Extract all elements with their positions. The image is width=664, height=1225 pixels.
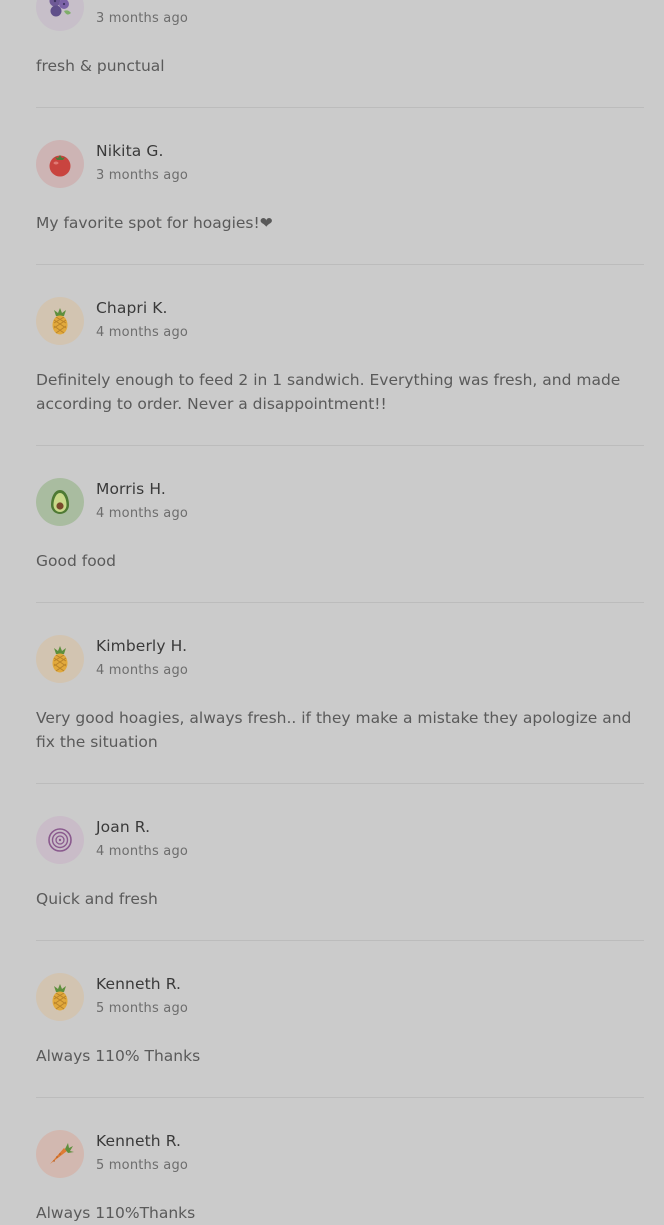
review-timestamp: 4 months ago	[96, 844, 189, 859]
avatar	[36, 973, 84, 1021]
review-text: Quick and fresh	[36, 890, 158, 908]
avatar	[36, 816, 84, 864]
divider	[36, 264, 644, 265]
reviewer-name: Kenneth R.	[96, 975, 182, 993]
divider	[36, 783, 644, 784]
review-text: Always 110% Thanks	[36, 1047, 201, 1065]
review-timestamp: 4 months ago	[96, 506, 189, 521]
review-text: Very good hoagies, always fresh.. if the…	[36, 709, 632, 751]
divider	[36, 1097, 644, 1098]
review-text: Good food	[36, 552, 117, 570]
divider	[36, 107, 644, 108]
avatar	[36, 140, 84, 188]
reviewer-name: Chapri K.	[96, 299, 168, 317]
blueberry-icon	[45, 0, 75, 22]
avatar	[36, 1130, 84, 1178]
divider	[36, 940, 644, 941]
reviewer-name: Kenneth R.	[96, 1132, 182, 1150]
review-text: My favorite spot for hoagies!❤	[36, 214, 273, 232]
review-text: Definitely enough to feed 2 in 1 sandwic…	[36, 371, 621, 413]
review-timestamp: 3 months ago	[96, 11, 189, 26]
review-text: fresh & punctual	[36, 57, 165, 75]
reviewer-name: Joan R.	[96, 818, 151, 836]
reviewer-name: Nikita G.	[96, 142, 164, 160]
review-timestamp: 3 months ago	[96, 168, 189, 183]
divider	[36, 602, 644, 603]
divider	[36, 445, 644, 446]
pineapple-icon	[45, 644, 75, 674]
review-timestamp: 5 months ago	[96, 1158, 189, 1173]
review-timestamp: 4 months ago	[96, 325, 189, 340]
reviewer-name: Kimberly H.	[96, 637, 188, 655]
carrot-icon	[45, 1139, 75, 1169]
avatar	[36, 635, 84, 683]
onion-icon	[45, 825, 75, 855]
avatar	[36, 0, 84, 31]
review-timestamp: 4 months ago	[96, 663, 189, 678]
avatar	[36, 297, 84, 345]
tomato-icon	[45, 149, 75, 179]
avatar	[36, 478, 84, 526]
review-timestamp: 5 months ago	[96, 1001, 189, 1016]
avocado-icon	[45, 487, 75, 517]
review-text: Always 110%Thanks	[36, 1204, 196, 1222]
reviewer-name: Morris H.	[96, 480, 166, 498]
pineapple-icon	[45, 306, 75, 336]
pineapple-icon	[45, 982, 75, 1012]
